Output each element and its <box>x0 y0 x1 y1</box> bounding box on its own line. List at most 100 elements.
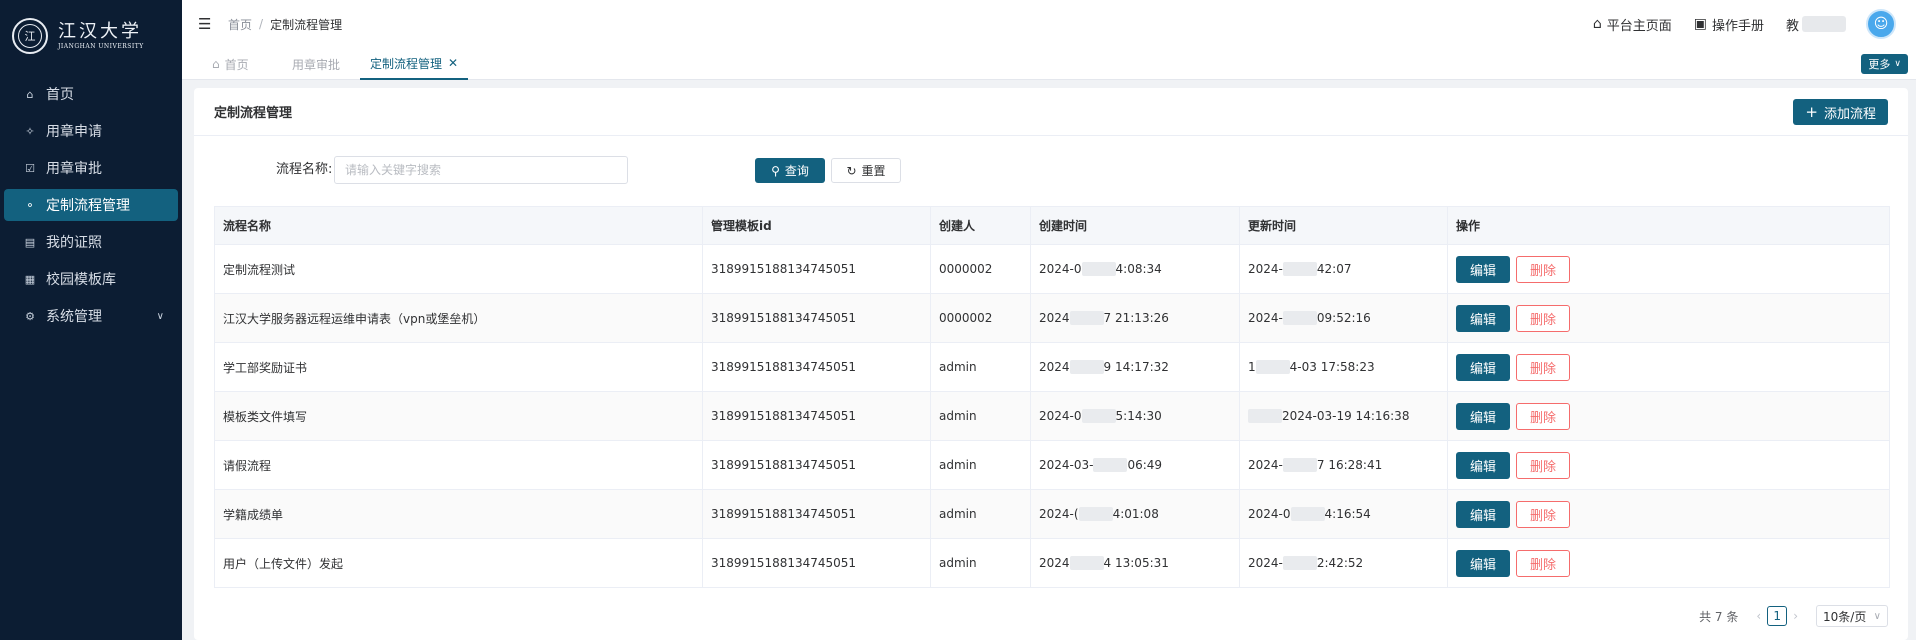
sidebar-item-3[interactable]: ⚬ 定制流程管理 <box>4 189 178 221</box>
edit-button[interactable]: 编辑 <box>1456 549 1510 577</box>
delete-button[interactable]: 删除 <box>1516 353 1570 381</box>
template-icon: ▦ <box>24 272 36 286</box>
menu-fold-icon[interactable]: ☰ <box>198 15 214 33</box>
created-part-b: 4:08:34 <box>1115 261 1162 276</box>
logo-en: JIANGHAN UNIVERSITY <box>58 42 144 50</box>
cell-actions: 编辑 删除 <box>1447 342 1890 392</box>
edit-button[interactable]: 编辑 <box>1456 255 1510 283</box>
updated-part-b: 09:52:16 <box>1316 310 1371 325</box>
sidebar-nav: ⌂ 首页 ✧ 用章申请 ☑ 用章审批 ⚬ 定制流程管理 ▤ 我的证照 ▦ 校园模板库 ⚙ 系统管理 ∨ <box>0 78 182 332</box>
created-part-a: 2024 <box>1039 359 1070 374</box>
cell-creator: 0000002 <box>930 244 1031 294</box>
redacted-block <box>1282 311 1317 326</box>
cell-creator: admin <box>930 391 1031 441</box>
cell-updated-time: 2024- 42:07 <box>1239 244 1448 294</box>
table-row: 学工部奖励证书 3189915188134745051 admin 2024 9 14:… <box>214 342 1890 392</box>
delete-button[interactable]: 删除 <box>1516 549 1570 577</box>
cell-updated-time: 2024-0 4:16:54 <box>1239 489 1448 539</box>
edit-button[interactable]: 编辑 <box>1456 402 1510 430</box>
edit-button[interactable]: 编辑 <box>1456 451 1510 479</box>
avatar[interactable]: ☺ <box>1866 9 1896 39</box>
col-creator: 创建人 <box>930 206 1031 245</box>
search-input[interactable] <box>334 156 628 184</box>
delete-button[interactable]: 删除 <box>1516 500 1570 528</box>
page-title: 定制流程管理 <box>214 106 293 121</box>
updated-part-b: 4-03 17:58:23 <box>1289 359 1375 374</box>
page-size-select[interactable]: 10条/页 ∨ <box>1816 605 1888 627</box>
avatar-face-icon: ☺ <box>1873 16 1889 32</box>
table-row: 江汉大学服务器远程运维申请表（vpn或堡垒机） 31899151881347450… <box>214 293 1890 343</box>
delete-button[interactable]: 删除 <box>1516 304 1570 332</box>
edit-button[interactable]: 编辑 <box>1456 353 1510 381</box>
query-label: 查询 <box>784 164 809 178</box>
redacted-username <box>1802 16 1846 32</box>
cell-actions: 编辑 删除 <box>1447 293 1890 343</box>
chevron-right-icon[interactable]: › <box>1793 609 1798 623</box>
sidebar-item-5[interactable]: ▦ 校园模板库 <box>4 263 178 295</box>
created-part-a: 2024-03- <box>1039 457 1094 472</box>
cell-template-id: 3189915188134745051 <box>702 440 931 490</box>
redacted-block <box>1078 507 1113 522</box>
breadcrumb: 首页 / 定制流程管理 <box>228 16 342 33</box>
redacted-block <box>1282 458 1317 473</box>
chevron-left-icon[interactable]: ‹ <box>1756 609 1761 623</box>
add-flow-label: 添加流程 <box>1823 106 1876 122</box>
university-logo[interactable]: 江 江汉大学 JIANGHAN UNIVERSITY <box>0 0 182 72</box>
manual-link[interactable]: ▣ 操作手册 <box>1694 15 1764 34</box>
created-part-a: 2024-0 <box>1039 261 1082 276</box>
search-label: 流程名称: <box>276 162 333 177</box>
created-part-a: 2024-( <box>1039 506 1079 521</box>
approve-icon: ☑ <box>25 161 35 175</box>
tab-custom-flow[interactable]: 定制流程管理 ✕ <box>360 48 469 80</box>
sidebar-item-0[interactable]: ⌂ 首页 <box>4 78 178 110</box>
edit-button[interactable]: 编辑 <box>1456 500 1510 528</box>
close-icon[interactable]: ✕ <box>448 56 458 70</box>
updated-part-b: 2:42:52 <box>1316 555 1364 570</box>
sidebar-item-2[interactable]: ☑ 用章审批 <box>4 152 178 184</box>
updated-part-a: 2024- <box>1248 310 1283 325</box>
created-part-a: 2024 <box>1039 310 1070 325</box>
cell-updated-time: 2024- 09:52:16 <box>1239 293 1448 343</box>
cell-flow-name: 请假流程 <box>214 440 703 490</box>
edit-button[interactable]: 编辑 <box>1456 304 1510 332</box>
add-flow-button[interactable]: + 添加流程 <box>1793 99 1888 125</box>
table-row: 用户（上传文件）发起 3189915188134745051 admin 2024 4 … <box>214 538 1890 588</box>
delete-button[interactable]: 删除 <box>1516 402 1570 430</box>
created-part-a: 2024 <box>1039 555 1070 570</box>
tab-stamp-approval[interactable]: 用章审批 <box>292 48 340 80</box>
cell-created-time: 2024 7 21:13:26 <box>1030 293 1240 343</box>
sidebar-item-label: 系统管理 <box>46 309 102 325</box>
home-icon: ⌂ <box>26 87 34 101</box>
created-part-b: 9 14:17:32 <box>1103 359 1169 374</box>
delete-button[interactable]: 删除 <box>1516 255 1570 283</box>
reset-button[interactable]: ↻ 重置 <box>831 158 901 183</box>
cell-created-time: 2024 9 14:17:32 <box>1030 342 1240 392</box>
updated-part-a: 2024- <box>1248 555 1283 570</box>
delete-button[interactable]: 删除 <box>1516 451 1570 479</box>
manual-label: 操作手册 <box>1711 18 1764 34</box>
updated-part-b: 42:07 <box>1316 261 1352 276</box>
tab-home[interactable]: ⌂ 首页 <box>212 48 249 80</box>
sidebar-item-1[interactable]: ✧ 用章申请 <box>4 115 178 147</box>
sidebar-item-6[interactable]: ⚙ 系统管理 ∨ <box>4 300 178 332</box>
query-button[interactable]: ⚲ 查询 <box>755 158 825 183</box>
more-tabs-button[interactable]: 更多 ∨ <box>1861 54 1908 74</box>
page-number[interactable]: 1 <box>1767 606 1788 626</box>
updated-part-b: 2024-03-19 14:16:38 <box>1282 408 1410 423</box>
user-name[interactable]: 教 <box>1786 15 1846 34</box>
platform-home-link[interactable]: ⌂ 平台主页面 <box>1593 15 1672 34</box>
tags-view-bar: ⌂ 首页 用章审批 定制流程管理 ✕ 更多 ∨ <box>182 48 1916 80</box>
cell-creator: admin <box>930 489 1031 539</box>
breadcrumb-home[interactable]: 首页 <box>228 16 252 33</box>
sidebar-item-4[interactable]: ▤ 我的证照 <box>4 226 178 258</box>
sidebar-item-label: 我的证照 <box>46 235 102 251</box>
table-row: 请假流程 3189915188134745051 admin 2024-03- 06:4… <box>214 440 1890 490</box>
redacted-block <box>1093 458 1128 473</box>
search-row: 流程名称: ⚲ 查询 ↻ 重置 <box>194 156 1908 184</box>
seal-inner: 江 <box>18 24 42 48</box>
created-part-b: 7 21:13:26 <box>1103 310 1169 325</box>
gear-icon: ⚙ <box>25 309 35 323</box>
sidebar-item-label: 定制流程管理 <box>46 198 130 214</box>
table-header-row: 流程名称 管理模板id 创建人 创建时间 更新时间 操作 <box>214 206 1890 245</box>
cell-flow-name: 江汉大学服务器远程运维申请表（vpn或堡垒机） <box>214 293 703 343</box>
